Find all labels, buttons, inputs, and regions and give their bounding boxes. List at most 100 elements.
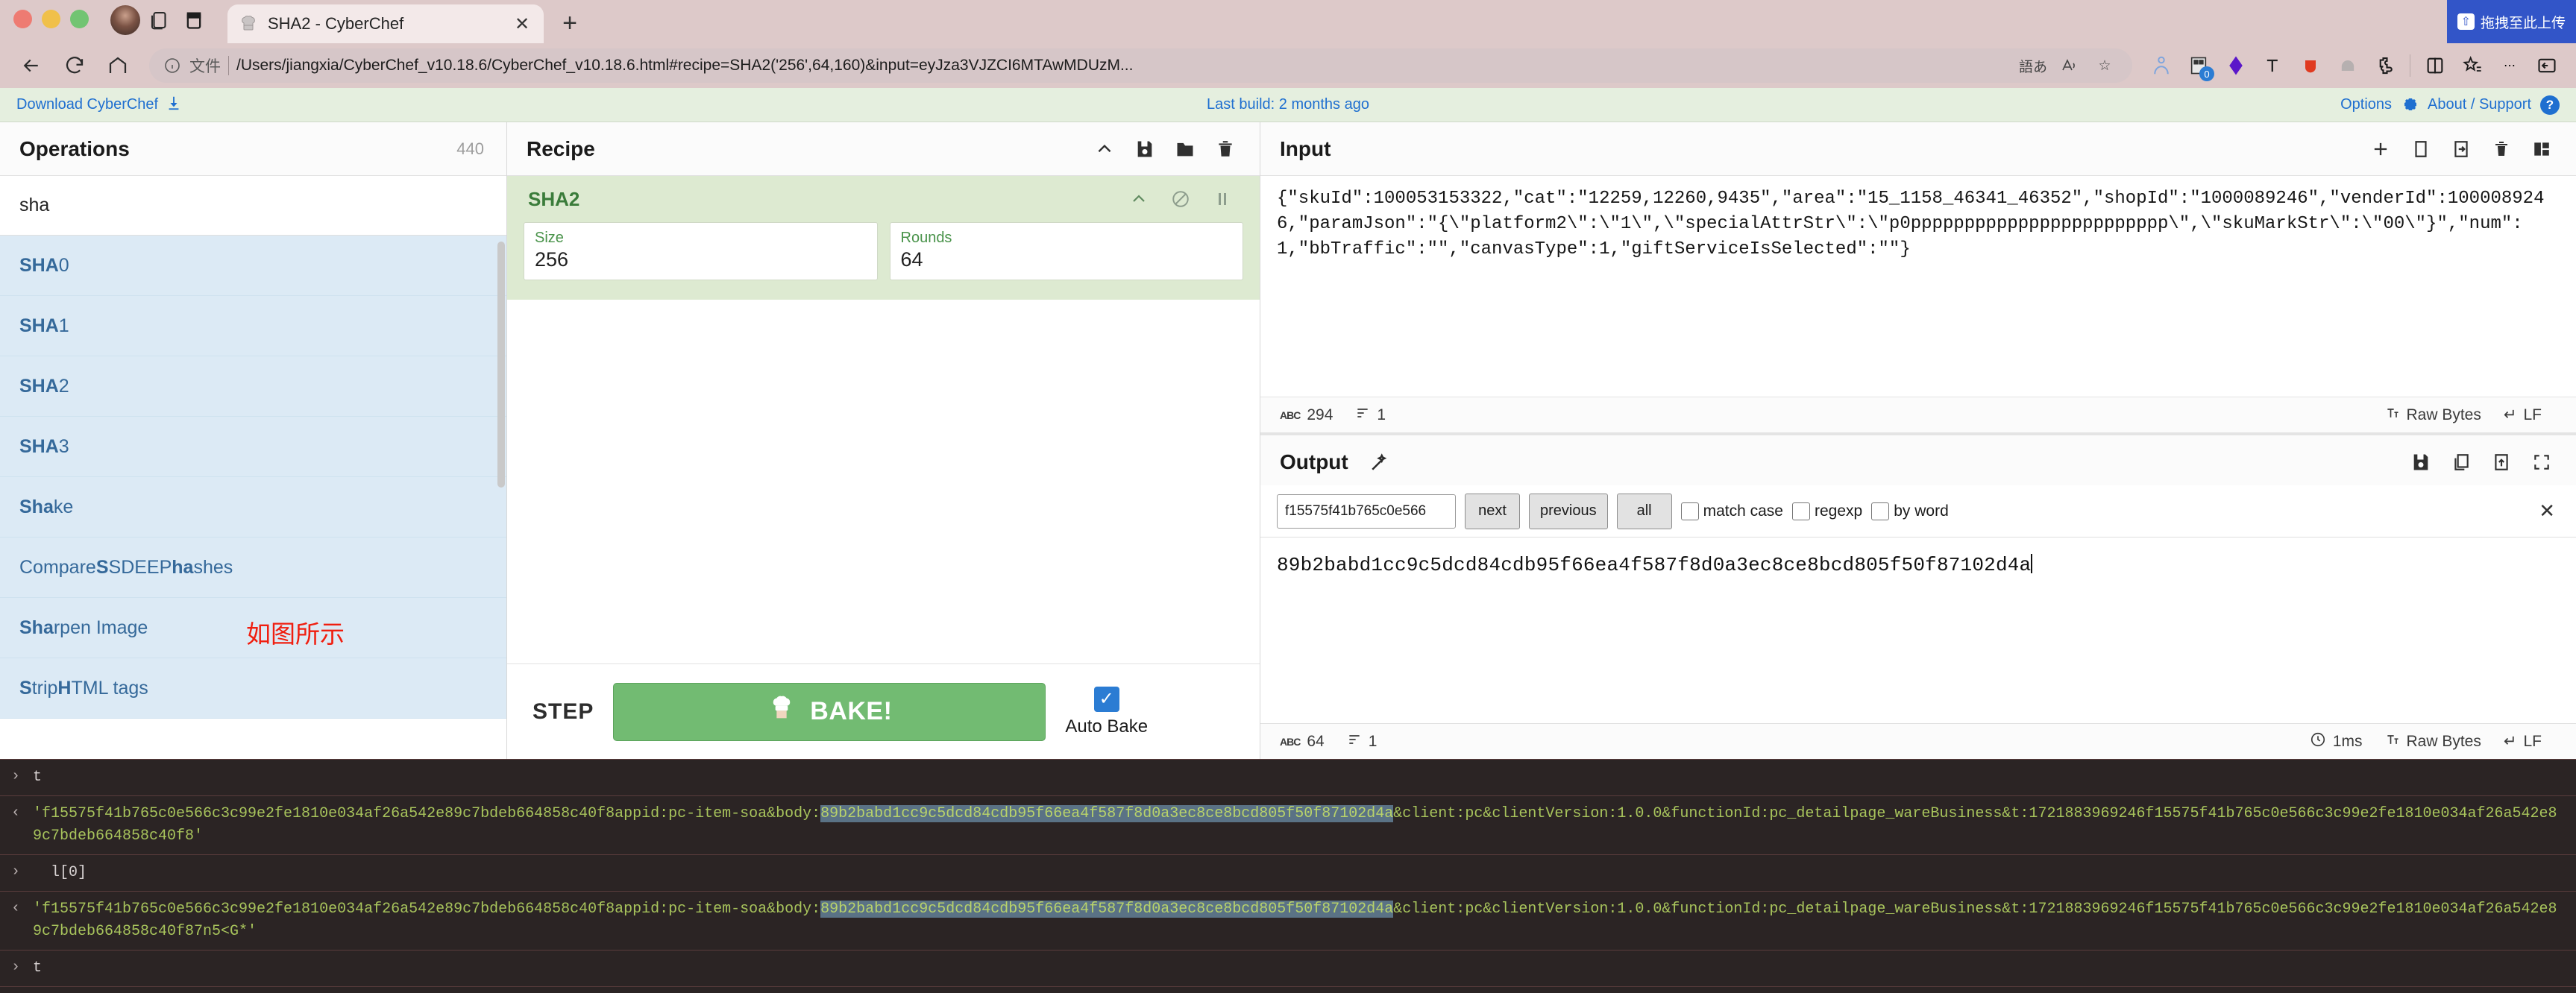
- auto-bake-control[interactable]: ✓ Auto Bake: [1065, 686, 1148, 737]
- url-input[interactable]: /Users/jiangxia/CyberChef_v10.18.6/Cyber…: [236, 57, 2011, 75]
- io-scroll-strip[interactable]: [2561, 122, 2576, 759]
- input-eol[interactable]: ↵ LF: [2504, 406, 2542, 424]
- arg-size-value[interactable]: 256: [535, 248, 568, 271]
- console-output-text: 'f15575f41b765c0e566c3c99e2fe1810e034af2…: [33, 898, 2564, 943]
- chevron-up-icon[interactable]: [1093, 137, 1116, 161]
- vertical-tabs-icon[interactable]: [177, 3, 211, 37]
- download-cyberchef-label[interactable]: Download CyberChef: [16, 96, 158, 113]
- text-tool-icon[interactable]: [2256, 48, 2290, 83]
- tabs-icon[interactable]: [2530, 137, 2554, 161]
- console-text-highlight: 89b2babd1cc9c5dcd84cdb95f66ea4f587f8d0a3…: [820, 805, 1394, 822]
- open-folder-icon[interactable]: [2409, 137, 2433, 161]
- info-icon[interactable]: [163, 56, 182, 75]
- output-encoding[interactable]: Raw Bytes: [2385, 732, 2481, 751]
- output-encoding-value[interactable]: Raw Bytes: [2407, 733, 2481, 751]
- bake-button[interactable]: BAKE!: [613, 682, 1046, 741]
- translate-icon[interactable]: 語あ: [2019, 51, 2047, 80]
- qr-extension-icon[interactable]: 0: [2181, 48, 2216, 83]
- window-traffic-lights[interactable]: [13, 10, 89, 43]
- trash-icon[interactable]: [1213, 137, 1237, 161]
- add-tab-icon[interactable]: [2369, 137, 2393, 161]
- arg-size[interactable]: Size 256: [524, 222, 878, 280]
- by-word-option[interactable]: by word: [1871, 502, 1949, 520]
- favorite-star-icon[interactable]: ☆: [2090, 51, 2119, 80]
- puzzle-extensions-icon[interactable]: [2368, 48, 2402, 83]
- auto-bake-checkbox[interactable]: ✓: [1093, 686, 1119, 712]
- close-window-button[interactable]: [13, 10, 32, 28]
- split-screen-icon[interactable]: [2418, 48, 2452, 83]
- find-previous-button[interactable]: previous: [1529, 493, 1608, 529]
- operation-item-compare-ssdeep[interactable]: Compare S SDEEP ha shes: [0, 538, 506, 598]
- home-button[interactable]: [98, 48, 137, 83]
- more-options-icon[interactable]: ⋯: [2492, 48, 2527, 83]
- new-tab-button[interactable]: +: [553, 6, 587, 40]
- download-cyberchef[interactable]: Download CyberChef: [0, 95, 182, 116]
- operation-item-strip-html-tags[interactable]: Strip H TML tags: [0, 658, 506, 719]
- by-word-checkbox[interactable]: [1871, 502, 1890, 520]
- browser-tab[interactable]: SHA2 - CyberChef ✕: [227, 4, 544, 43]
- console-input-text[interactable]: l[0]: [33, 862, 2564, 884]
- regexp-option[interactable]: regexp: [1792, 502, 1862, 520]
- operation-item-sha2[interactable]: SHA 2: [0, 356, 506, 417]
- devtools-console[interactable]: › t ‹ 'f15575f41b765c0e566c3c99e2fe1810e…: [0, 759, 2576, 993]
- download-icon[interactable]: [166, 95, 182, 116]
- operation-item-sha0[interactable]: SHA 0: [0, 236, 506, 296]
- find-next-button[interactable]: next: [1465, 493, 1520, 529]
- magic-wand-icon[interactable]: [1368, 452, 1390, 478]
- red-extension-icon[interactable]: [2293, 48, 2328, 83]
- extension-toolbar: 0 ⋯: [2144, 48, 2564, 83]
- options-label[interactable]: Options: [2340, 96, 2392, 113]
- regexp-checkbox[interactable]: [1792, 502, 1810, 520]
- pause-icon[interactable]: [1210, 187, 1234, 211]
- arg-rounds[interactable]: Rounds 64: [889, 222, 1243, 280]
- operations-scrollbar[interactable]: [497, 242, 505, 488]
- recipe-operations-list[interactable]: SHA2 Size 256 Rounds 64: [507, 176, 1260, 663]
- arg-rounds-value[interactable]: 64: [901, 248, 923, 271]
- sidebar-toggle-icon[interactable]: [2530, 48, 2564, 83]
- disable-icon[interactable]: [1169, 187, 1193, 211]
- operation-item-shake[interactable]: Sha ke: [0, 477, 506, 538]
- save-icon[interactable]: [1133, 137, 1157, 161]
- input-encoding[interactable]: Raw Bytes: [2385, 406, 2481, 425]
- tab-collections-icon[interactable]: [142, 3, 177, 37]
- diamond-extension-icon[interactable]: [2219, 48, 2253, 83]
- read-aloud-icon[interactable]: [2055, 51, 2083, 80]
- gear-icon[interactable]: [2401, 94, 2419, 116]
- avatar[interactable]: [108, 3, 142, 37]
- operation-item-sha3[interactable]: SHA 3: [0, 417, 506, 477]
- close-icon[interactable]: ✕: [511, 13, 533, 35]
- step-button[interactable]: STEP: [533, 699, 594, 725]
- about-support-label[interactable]: About / Support: [2428, 96, 2531, 113]
- clear-icon[interactable]: [2489, 137, 2513, 161]
- url-bar[interactable]: 文件 /Users/jiangxia/CyberChef_v10.18.6/Cy…: [149, 48, 2132, 83]
- operation-item-sha1[interactable]: SHA 1: [0, 296, 506, 356]
- output-textarea[interactable]: 89b2babd1cc9c5dcd84cdb95f66ea4f587f8d0a3…: [1260, 538, 2576, 593]
- reload-button[interactable]: [55, 48, 94, 83]
- help-icon[interactable]: ?: [2540, 95, 2560, 115]
- add-favorite-icon[interactable]: [2455, 48, 2489, 83]
- maximize-window-button[interactable]: [70, 10, 89, 28]
- font-icon: [2385, 406, 2400, 425]
- match-case-checkbox[interactable]: [1680, 502, 1699, 520]
- chevron-up-icon[interactable]: [1127, 187, 1151, 211]
- output-eol-value[interactable]: LF: [2523, 733, 2542, 751]
- find-all-button[interactable]: all: [1616, 493, 1672, 529]
- find-input[interactable]: [1277, 494, 1456, 529]
- minimize-window-button[interactable]: [42, 10, 60, 28]
- console-input-text[interactable]: t: [33, 957, 2564, 980]
- back-button[interactable]: [12, 48, 51, 83]
- input-eol-value[interactable]: LF: [2523, 406, 2542, 424]
- recipe-operation-sha2[interactable]: SHA2 Size 256 Rounds 64: [507, 176, 1260, 300]
- input-encoding-value[interactable]: Raw Bytes: [2407, 406, 2481, 424]
- match-case-option[interactable]: match case: [1680, 502, 1783, 520]
- grey-extension-icon[interactable]: [2331, 48, 2365, 83]
- detective-extension-icon[interactable]: [2144, 48, 2178, 83]
- open-input-icon[interactable]: [2449, 137, 2473, 161]
- close-icon[interactable]: ✕: [2539, 499, 2560, 523]
- folder-icon[interactable]: [1173, 137, 1197, 161]
- input-textarea[interactable]: {"skuId":100053153322,"cat":"12259,12260…: [1260, 176, 2576, 397]
- output-eol[interactable]: ↵ LF: [2504, 732, 2542, 751]
- console-input-text[interactable]: t: [33, 766, 2564, 789]
- operations-list[interactable]: SHA 0 SHA 1 SHA 2 SHA 3 Sha ke Compare S SDEEP…: [0, 236, 506, 759]
- search-input[interactable]: [0, 195, 506, 216]
